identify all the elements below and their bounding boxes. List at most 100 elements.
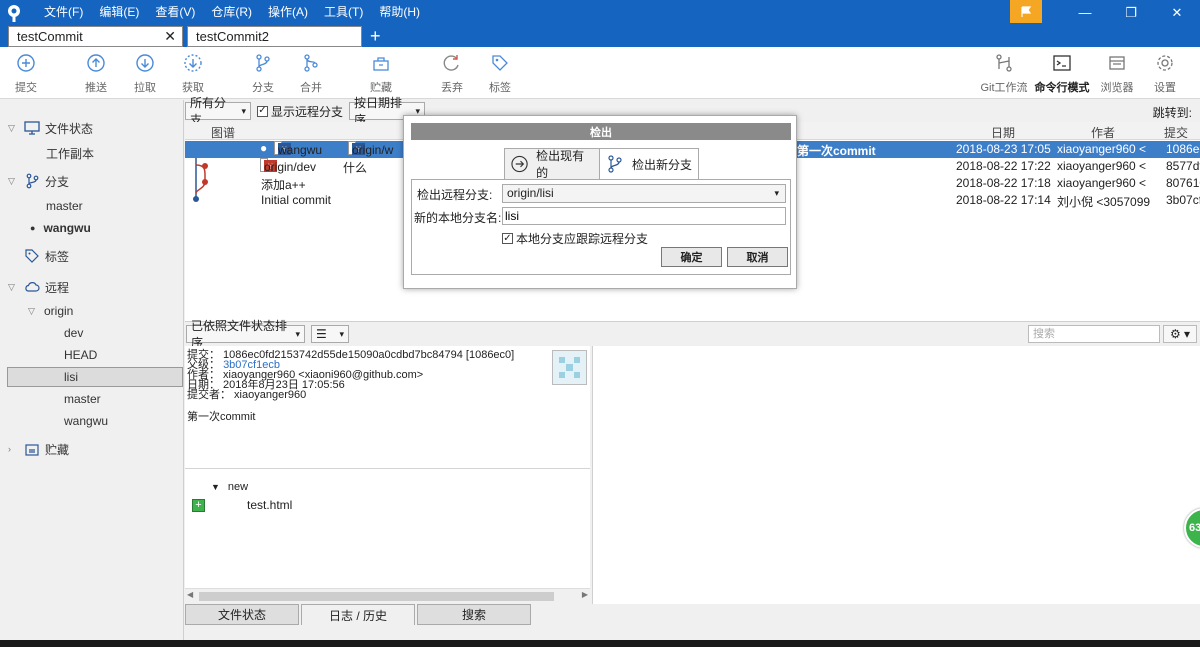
menu-file[interactable]: 文件(F)	[36, 0, 91, 25]
folder-row[interactable]: ▼ new	[211, 481, 248, 493]
sidebar-remotes[interactable]: ▽ 远程	[8, 277, 69, 297]
menu-edit[interactable]: 编辑(E)	[91, 0, 147, 25]
ok-button[interactable]: 确定	[661, 247, 722, 267]
checkbox-checked-icon[interactable]: ✓	[502, 233, 513, 244]
sidebar-label: master	[64, 392, 101, 406]
tab-bar: testCommit ✕ testCommit2 +	[0, 25, 1200, 47]
gitflow-button[interactable]: Git工作流	[978, 53, 1030, 95]
monitor-icon	[24, 121, 40, 135]
merge-button[interactable]: 合并	[289, 53, 333, 95]
discard-button[interactable]: 丢弃	[430, 53, 474, 95]
add-tab-icon[interactable]: +	[370, 25, 381, 47]
chevron-down-icon[interactable]: ▽	[28, 306, 40, 317]
menu-view[interactable]: 查看(V)	[147, 0, 203, 25]
sidebar-stashes[interactable]: › 贮藏	[8, 439, 69, 459]
terminal-button[interactable]: 命令行模式	[1034, 53, 1090, 95]
commit-description: 第一次commit	[797, 144, 876, 158]
chevron-right-icon[interactable]: ›	[8, 444, 20, 454]
ref-label: origin/dev	[264, 160, 317, 174]
cancel-button[interactable]: 取消	[727, 247, 788, 267]
discard-label: 丢弃	[441, 82, 463, 94]
close-window-icon[interactable]: ✕	[1154, 0, 1200, 25]
tab-testcommit[interactable]: testCommit ✕	[8, 26, 183, 47]
tab-log-history[interactable]: 日志 / 历史	[301, 604, 415, 625]
explorer-button[interactable]: 浏览器	[1095, 53, 1139, 95]
tab-file-status[interactable]: 文件状态	[185, 604, 299, 625]
scrollbar-thumb[interactable]	[199, 592, 554, 601]
pull-button[interactable]: 拉取	[123, 53, 167, 95]
restore-icon[interactable]: ❐	[1108, 0, 1154, 25]
menu-repo[interactable]: 仓库(R)	[203, 0, 260, 25]
tab-checkout-new[interactable]: 检出新分支	[599, 148, 699, 180]
chevron-down-icon[interactable]: ▽	[8, 176, 20, 187]
remote-branch-select[interactable]: origin/lisi ▾	[502, 184, 786, 203]
stash-button[interactable]: 贮藏	[359, 53, 403, 95]
chevron-down-icon[interactable]: ▽	[8, 282, 20, 293]
sidebar-item-remote-head[interactable]: HEAD	[64, 345, 97, 365]
sidebar-item-remote-dev[interactable]: dev	[64, 323, 83, 343]
tab-testcommit2[interactable]: testCommit2	[187, 26, 362, 47]
scroll-left-icon[interactable]: ◀	[187, 590, 193, 599]
commit-author: xiaoyanger960 <	[1057, 176, 1147, 190]
ref-tag[interactable]: ⑂ origin/dev	[260, 158, 316, 174]
horizontal-scrollbar[interactable]: ◀ ▶	[185, 588, 590, 603]
file-name: test.html	[247, 498, 293, 512]
branch-filter-dropdown[interactable]: 所有分支 ▾	[185, 96, 251, 127]
sidebar-file-status[interactable]: ▽ 文件状态	[8, 118, 93, 138]
sidebar-item-wangwu[interactable]: ● wangwu	[30, 218, 91, 238]
column-date[interactable]: 日期	[991, 124, 1015, 141]
folder-icon	[1109, 56, 1125, 70]
tag-label: 标签	[489, 82, 511, 94]
file-sort-dropdown[interactable]: 已依照文件状态排序 ▾	[186, 319, 305, 350]
local-branch-input[interactable]	[502, 207, 786, 225]
options-gear-icon[interactable]: ⚙ ▾	[1163, 325, 1197, 343]
file-added-icon: +	[192, 498, 205, 512]
column-commit[interactable]: 提交	[1164, 124, 1188, 141]
ref-label: wangwu	[278, 143, 323, 157]
sidebar-label: 文件状态	[45, 121, 94, 136]
arrow-down-circle-icon	[136, 54, 154, 72]
jump-to-label[interactable]: 跳转到:	[1153, 104, 1192, 121]
sidebar-tags[interactable]: 标签	[24, 246, 69, 266]
column-graph[interactable]: 图谱	[211, 124, 235, 141]
current-branch-icon: ●	[30, 223, 36, 233]
bottom-tabs: 文件状态 日志 / 历史 搜索	[185, 604, 590, 626]
column-author[interactable]: 作者	[1091, 124, 1115, 141]
sidebar-item-remote-lisi[interactable]: lisi	[7, 367, 183, 387]
minimize-icon[interactable]: —	[1062, 0, 1108, 25]
checkbox-checked-icon[interactable]: ✓	[257, 105, 268, 117]
tab-search[interactable]: 搜索	[417, 604, 531, 625]
fetch-button[interactable]: 获取	[171, 53, 215, 95]
flag-icon[interactable]	[1010, 0, 1042, 23]
branch-button[interactable]: 分支	[241, 53, 285, 95]
sidebar-item-origin[interactable]: ▽ origin	[28, 301, 73, 321]
show-remote-checkbox[interactable]: ✓ 显示远程分支	[257, 103, 343, 120]
commit-date: 2018-08-22 17:18	[956, 176, 1051, 190]
menu-help[interactable]: 帮助(H)	[371, 0, 428, 25]
fetch-icon	[184, 54, 202, 72]
chevron-down-icon[interactable]: ▼	[211, 482, 220, 492]
sidebar-item-master[interactable]: master	[46, 196, 83, 216]
file-row[interactable]: + test.html	[192, 498, 292, 512]
chevron-down-icon[interactable]: ▽	[8, 123, 20, 134]
sidebar-branches[interactable]: ▽ 分支	[8, 171, 69, 191]
push-button[interactable]: 推送	[74, 53, 118, 95]
scroll-right-icon[interactable]: ▶	[582, 590, 588, 599]
track-remote-checkbox[interactable]: ✓ 本地分支应跟踪远程分支	[502, 230, 648, 247]
tab-checkout-existing[interactable]: 检出现有的	[504, 148, 600, 180]
settings-button[interactable]: 设置	[1143, 53, 1187, 95]
close-tab-icon[interactable]: ✕	[164, 28, 176, 45]
menu-tools[interactable]: 工具(T)	[316, 0, 371, 25]
sidebar-item-remote-wangwu[interactable]: wangwu	[64, 411, 108, 431]
ref-tag[interactable]: ⑂ origin/w	[348, 141, 393, 157]
search-input[interactable]: 搜索	[1028, 325, 1160, 343]
sidebar-item-working-copy[interactable]: 工作副本	[46, 143, 94, 163]
tab-label: testCommit2	[196, 29, 269, 44]
sidebar-item-remote-master[interactable]: master	[64, 389, 101, 409]
commit-button[interactable]: 提交	[4, 53, 48, 95]
view-mode-dropdown[interactable]: ☰ ▾	[311, 325, 349, 343]
menu-action[interactable]: 操作(A)	[260, 0, 316, 25]
ref-tag[interactable]: ⑂ wangwu	[274, 141, 322, 157]
tag-button[interactable]: 标签	[478, 53, 522, 95]
sidebar-label: 分支	[45, 174, 70, 189]
